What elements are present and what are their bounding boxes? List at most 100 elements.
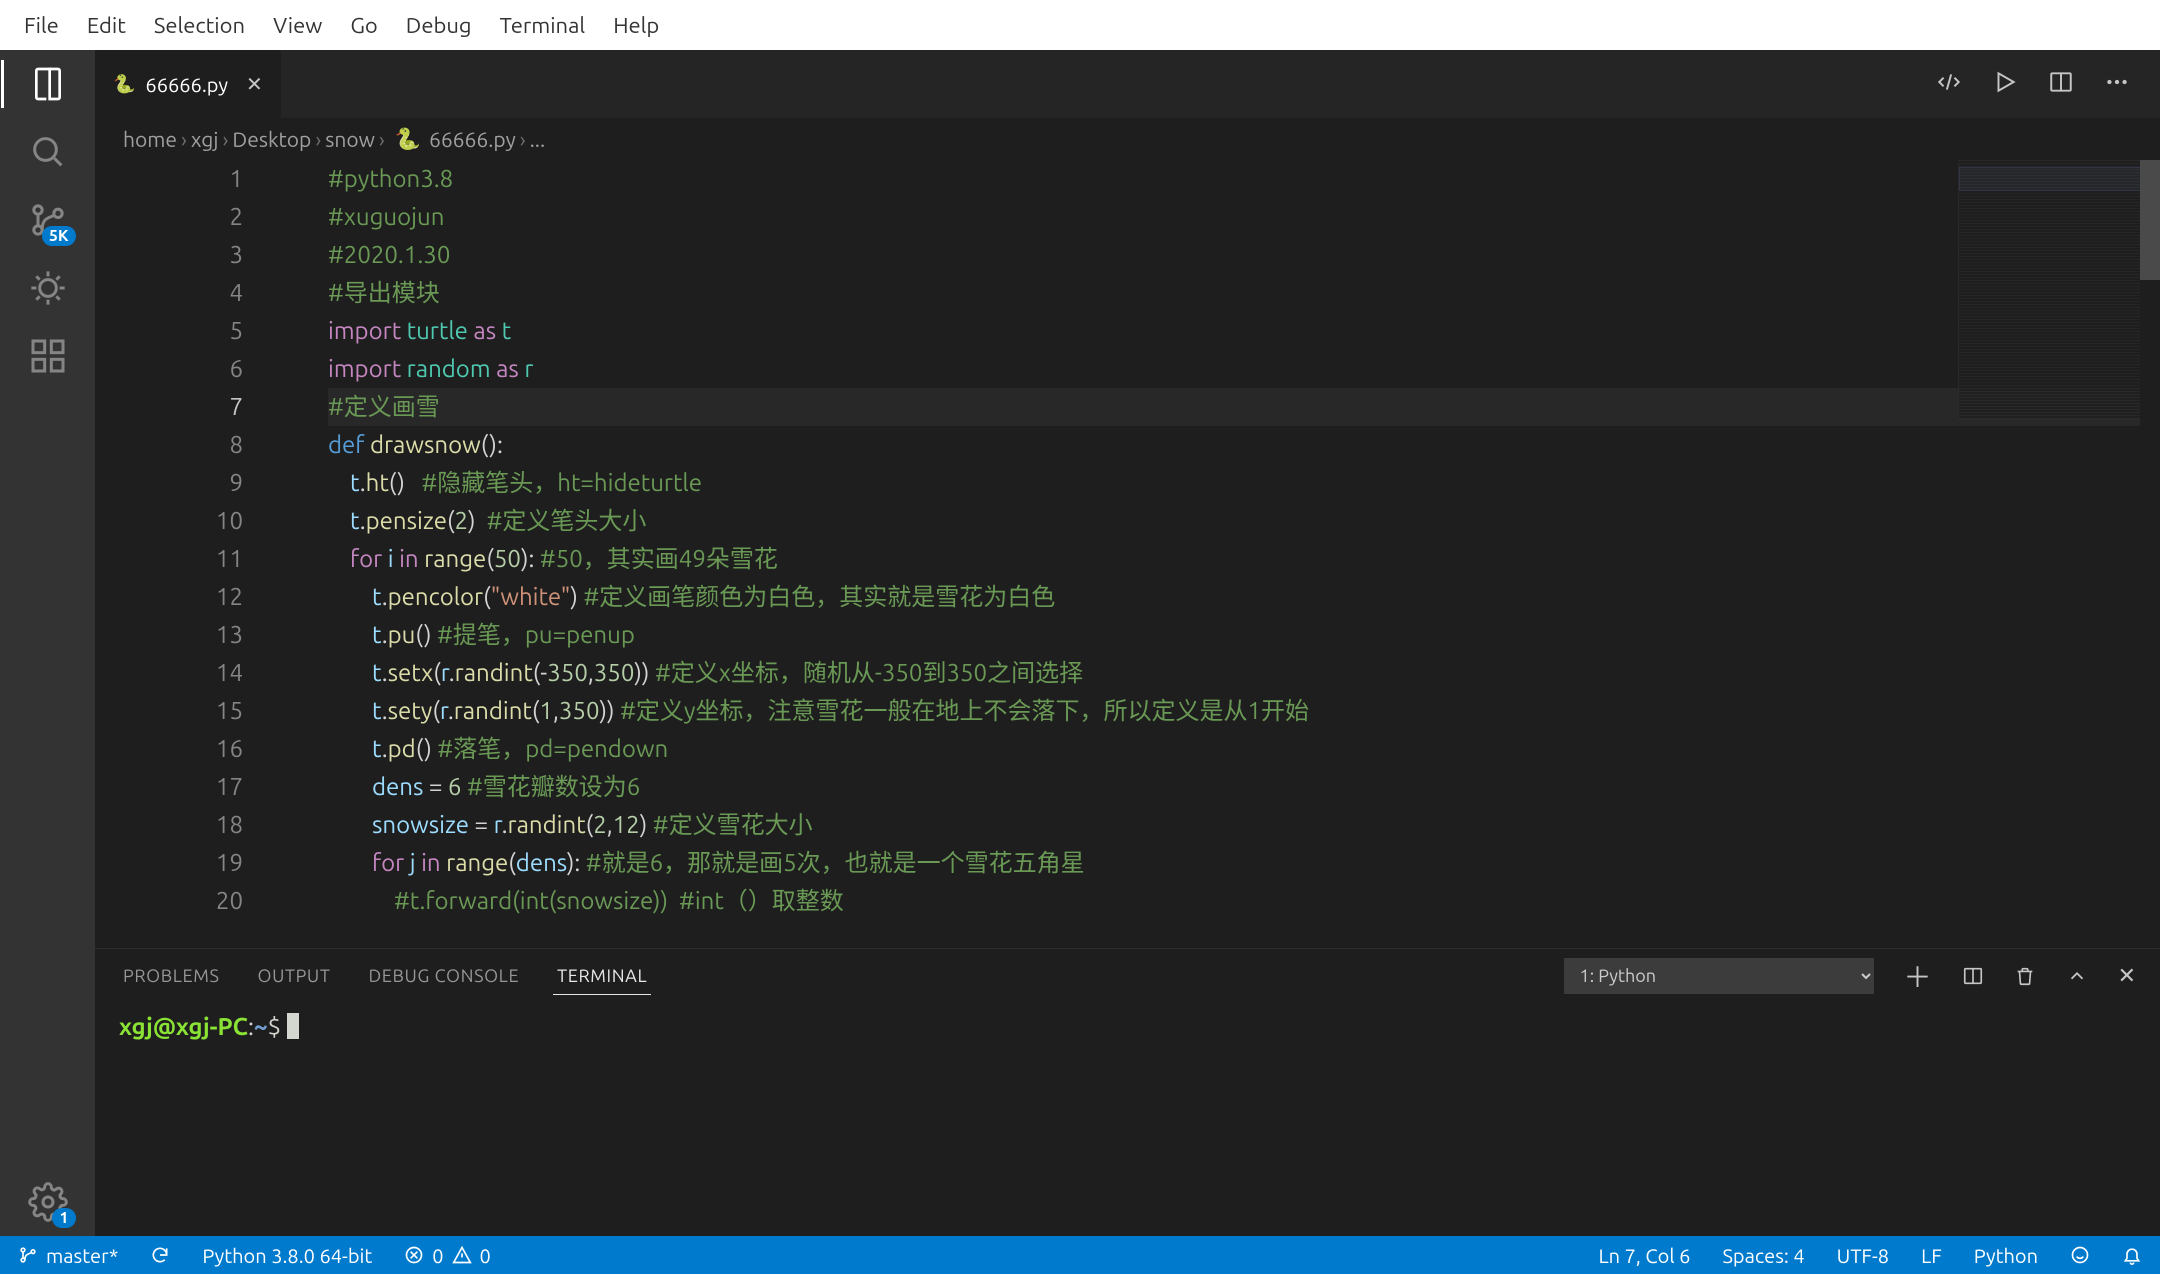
code-token: dens [372,773,423,800]
debug-icon[interactable] [26,266,70,310]
menu-file[interactable]: File [10,7,73,44]
code-token: ( [447,507,455,534]
terminal-body[interactable]: xgj@xgj-PC:~$ [95,1003,2160,1236]
vertical-scrollbar[interactable] [2140,160,2160,948]
line-number: 13 [95,616,243,654]
code-editor[interactable]: 1234567891011121314151617181920 #python3… [95,160,2160,948]
breadcrumb-seg[interactable]: 66666.py [429,127,516,151]
code-line[interactable]: #xuguojun [328,198,2160,236]
menu-go[interactable]: Go [336,7,391,44]
tab-file[interactable]: 🐍 66666.py ✕ [95,50,282,118]
new-terminal-icon[interactable]: ＋ [1904,956,1932,996]
code-line[interactable]: t.setx(r.randint(-350,350)) #定义x坐标，随机从-3… [328,654,2160,692]
more-actions-icon[interactable] [2104,69,2130,99]
code-token [328,583,372,610]
menu-help[interactable]: Help [599,7,673,44]
menu-edit[interactable]: Edit [73,7,140,44]
code-token: (- [533,659,547,686]
menu-selection[interactable]: Selection [140,7,259,44]
settings-gear-icon[interactable]: 1 [26,1180,70,1224]
code-line[interactable]: import turtle as t [328,312,2160,350]
code-token: ) [468,507,487,534]
code-line[interactable]: for i in range(50): #50，其实画49朵雪花 [328,540,2160,578]
line-number: 1 [95,160,243,198]
source-control-icon[interactable]: 5K [26,198,70,242]
terminal-selector[interactable]: 1: Python [1564,958,1874,994]
code-line[interactable]: #t.forward(int(snowsize)) #int（）取整数 [328,882,2160,920]
line-number: 5 [95,312,243,350]
breadcrumb-seg[interactable]: snow [325,127,375,151]
line-number: 12 [95,578,243,616]
status-sync-icon[interactable] [144,1245,176,1265]
code-line[interactable]: def drawsnow(): [328,426,2160,464]
code-token: def [328,431,364,458]
status-branch[interactable]: master* [12,1244,124,1267]
status-problems[interactable]: 0 0 [398,1244,497,1267]
menu-view[interactable]: View [259,7,336,44]
minimap[interactable] [1958,160,2148,420]
code-line[interactable]: for j in range(dens): #就是6，那就是画5次，也就是一个雪… [328,844,2160,882]
code-token: ( [483,583,491,610]
breadcrumb-seg[interactable]: xgj [191,127,219,151]
chevron-right-icon: › [181,127,187,151]
code-line[interactable]: #2020.1.30 [328,236,2160,274]
explorer-icon[interactable] [26,62,70,106]
code-line[interactable]: t.sety(r.randint(1,350)) #定义y坐标，注意雪花一般在地… [328,692,2160,730]
terminal-path: ~ [254,1013,268,1040]
code-line[interactable]: dens = 6 #雪花瓣数设为6 [328,768,2160,806]
status-spaces[interactable]: Spaces: 4 [1716,1244,1810,1267]
split-editor-icon[interactable] [2048,69,2074,99]
tab-actions [1906,50,2160,118]
line-number: 7 [95,388,243,426]
panel-tab-debugconsole[interactable]: DEBUG CONSOLE [364,958,523,994]
status-eol[interactable]: LF [1915,1244,1948,1267]
code-line[interactable]: import random as r [328,350,2160,388]
code-token: t [372,735,382,762]
kill-terminal-icon[interactable] [2014,965,2036,987]
scrollbar-thumb[interactable] [2140,160,2160,280]
code-line[interactable]: t.pencolor("white") #定义画笔颜色为白色，其实就是雪花为白色 [328,578,2160,616]
status-lncol[interactable]: Ln 7, Col 6 [1592,1244,1696,1267]
code-line[interactable]: #导出模块 [328,274,2160,312]
panel-tab-terminal[interactable]: TERMINAL [553,958,651,995]
code-line[interactable]: t.pd() #落笔，pd=pendown [328,730,2160,768]
split-terminal-icon[interactable] [1962,965,1984,987]
compare-changes-icon[interactable] [1936,69,1962,99]
code-token: #定义雪花大小 [653,811,813,838]
code-line[interactable]: #python3.8 [328,160,2160,198]
breadcrumb-seg[interactable]: Desktop [232,127,311,151]
code-token: = [423,773,448,800]
status-language[interactable]: Python [1968,1244,2044,1267]
code-token: 2 [593,811,607,838]
status-python-env[interactable]: Python 3.8.0 64-bit [196,1244,378,1267]
breadcrumb-seg[interactable]: ... [530,127,546,151]
status-feedback-icon[interactable] [2064,1245,2096,1265]
line-number: 19 [95,844,243,882]
code-line[interactable]: #定义画雪 [328,388,2160,426]
line-number: 11 [95,540,243,578]
code-line[interactable]: t.pensize(2) #定义笔头大小 [328,502,2160,540]
run-icon[interactable] [1992,69,2018,99]
code-token [328,811,372,838]
menu-terminal[interactable]: Terminal [486,7,600,44]
status-notifications-icon[interactable] [2116,1245,2148,1265]
breadcrumb-seg[interactable]: home [123,127,177,151]
tab-close-icon[interactable]: ✕ [246,72,263,96]
search-icon[interactable] [26,130,70,174]
breadcrumb[interactable]: home› xgj› Desktop› snow› 🐍 66666.py› ..… [95,118,2160,160]
maximize-panel-icon[interactable] [2066,965,2088,987]
extensions-icon[interactable] [26,334,70,378]
code-content[interactable]: #python3.8#xuguojun#2020.1.30#导出模块import… [328,160,2160,920]
settings-badge: 1 [52,1208,75,1228]
code-token: #雪花瓣数设为6 [467,773,640,800]
python-file-icon: 🐍 [395,126,421,152]
panel-tab-output[interactable]: OUTPUT [254,958,335,994]
panel-tab-problems[interactable]: PROBLEMS [119,958,224,994]
code-line[interactable]: snowsize = r.randint(2,12) #定义雪花大小 [328,806,2160,844]
code-line[interactable]: t.ht() #隐藏笔头，ht=hideturtle [328,464,2160,502]
scm-badge: 5K [42,226,76,246]
code-line[interactable]: t.pu() #提笔，pu=penup [328,616,2160,654]
status-encoding[interactable]: UTF-8 [1831,1244,1895,1267]
menu-debug[interactable]: Debug [392,7,486,44]
close-panel-icon[interactable]: ✕ [2118,963,2136,989]
